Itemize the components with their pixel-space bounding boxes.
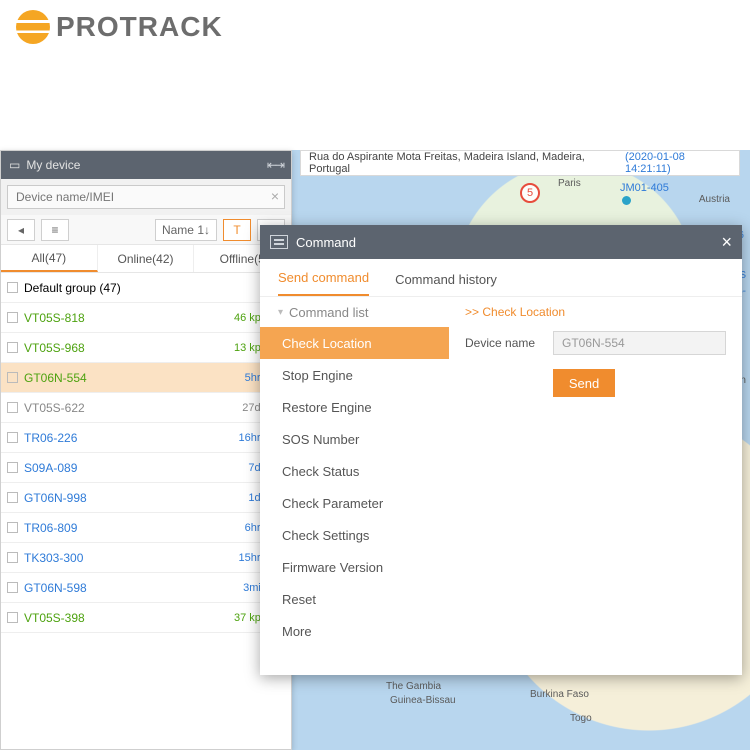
map-label-austria: Austria xyxy=(699,194,730,205)
command-item[interactable]: SOS Number xyxy=(260,423,449,455)
tab-online[interactable]: Online(42) xyxy=(98,245,195,272)
group-checkbox[interactable] xyxy=(7,282,18,293)
device-row[interactable]: TR06-22616hr+ xyxy=(1,423,291,453)
logo-mark-icon xyxy=(16,10,50,44)
device-checkbox[interactable] xyxy=(7,552,18,563)
device-search: × xyxy=(1,179,291,215)
device-panel-header: ▭ My device ⇤⇥ xyxy=(1,151,291,179)
map-cluster-count: 5 xyxy=(527,187,533,199)
device-name: VT05S-818 xyxy=(24,311,228,325)
command-item[interactable]: Check Parameter xyxy=(260,487,449,519)
send-button[interactable]: Send xyxy=(553,369,615,397)
device-name: TR06-809 xyxy=(24,521,239,535)
device-panel: ▭ My device ⇤⇥ × ◂ ≡ Name 1↓ T ⟳ All(47)… xyxy=(0,150,292,750)
device-name: GT06N-598 xyxy=(24,581,237,595)
command-item[interactable]: Restore Engine xyxy=(260,391,449,423)
device-checkbox[interactable] xyxy=(7,372,18,383)
command-modal-title: Command xyxy=(296,235,356,250)
map-label-gambia: The Gambia xyxy=(386,681,441,692)
device-name: VT05S-968 xyxy=(24,341,228,355)
back-button[interactable]: ◂ xyxy=(7,219,35,241)
device-row[interactable]: GT06N-5983min xyxy=(1,573,291,603)
device-name: S09A-089 xyxy=(24,461,242,475)
device-checkbox[interactable] xyxy=(7,312,18,323)
device-checkbox[interactable] xyxy=(7,402,18,413)
device-checkbox[interactable] xyxy=(7,582,18,593)
chevron-down-icon: ▾ xyxy=(278,307,283,318)
device-checkbox[interactable] xyxy=(7,492,18,503)
map-address-timestamp: (2020-01-08 14:21:11) xyxy=(625,151,731,175)
map-marker-label-1[interactable]: JM01-405 xyxy=(620,182,669,194)
device-row[interactable]: VT05S-96813 kph xyxy=(1,333,291,363)
device-checkbox[interactable] xyxy=(7,522,18,533)
command-list-header[interactable]: ▾ Command list xyxy=(260,297,449,327)
command-item[interactable]: Check Settings xyxy=(260,519,449,551)
tab-command-history[interactable]: Command history xyxy=(395,272,497,296)
command-item[interactable]: Check Location xyxy=(260,327,449,359)
app-logo: PROTRACK xyxy=(16,10,223,44)
map-cluster-bubble[interactable]: 5 xyxy=(520,183,540,203)
device-status-tabs: All(47) Online(42) Offline(5 xyxy=(1,245,291,273)
command-form: >> Check Location Device name Send xyxy=(449,297,742,647)
map-label-guinea: Guinea-Bissau xyxy=(390,695,456,706)
device-row[interactable]: GT06N-5545hr+ xyxy=(1,363,291,393)
device-panel-title: My device xyxy=(26,158,80,172)
command-modal-header: Command × xyxy=(260,225,742,259)
device-checkbox[interactable] xyxy=(7,342,18,353)
device-name: VT05S-622 xyxy=(24,401,236,415)
command-item[interactable]: More xyxy=(260,615,449,647)
map-label-paris: Paris xyxy=(558,178,581,189)
tab-all[interactable]: All(47) xyxy=(1,245,98,272)
device-name: GT06N-998 xyxy=(24,491,242,505)
device-name: VT05S-398 xyxy=(24,611,228,625)
t-button[interactable]: T xyxy=(223,219,251,241)
device-row[interactable]: GT06N-9981d+ xyxy=(1,483,291,513)
laptop-icon: ▭ xyxy=(9,158,20,172)
command-list: ▾ Command list Check LocationStop Engine… xyxy=(260,297,449,647)
list-view-button[interactable]: ≡ xyxy=(41,219,69,241)
command-breadcrumb: >> Check Location xyxy=(465,297,726,327)
device-name-input[interactable] xyxy=(553,331,726,355)
map-label-togo: Togo xyxy=(570,713,592,724)
device-checkbox[interactable] xyxy=(7,432,18,443)
device-toolbar: ◂ ≡ Name 1↓ T ⟳ xyxy=(1,215,291,245)
device-name: TK303-300 xyxy=(24,551,233,565)
command-list-header-label: Command list xyxy=(289,305,368,320)
command-icon xyxy=(270,235,288,249)
device-row[interactable]: TK303-30015hr+ xyxy=(1,543,291,573)
device-group-label: Default group (47) xyxy=(24,281,285,295)
command-tabs: Send command Command history xyxy=(260,259,742,297)
map-marker-icon[interactable] xyxy=(622,196,631,205)
device-row[interactable]: VT05S-62227d+ xyxy=(1,393,291,423)
command-modal: Command × Send command Command history ▾… xyxy=(260,225,742,675)
logo-text: PROTRACK xyxy=(56,11,223,43)
command-item[interactable]: Firmware Version xyxy=(260,551,449,583)
sort-button[interactable]: Name 1↓ xyxy=(155,219,217,241)
device-row[interactable]: VT05S-81846 kph xyxy=(1,303,291,333)
map-address-text: Rua do Aspirante Mota Freitas, Madeira I… xyxy=(309,151,621,175)
device-name: GT06N-554 xyxy=(24,371,239,385)
close-icon[interactable]: × xyxy=(721,232,732,253)
collapse-icon[interactable]: ⇤⇥ xyxy=(267,158,283,172)
map-label-burkina: Burkina Faso xyxy=(530,689,589,700)
command-item[interactable]: Reset xyxy=(260,583,449,615)
device-name-label: Device name xyxy=(465,336,543,350)
device-group-row[interactable]: Default group (47) xyxy=(1,273,291,303)
device-row[interactable]: VT05S-39837 kph xyxy=(1,603,291,633)
device-row[interactable]: TR06-8096hr+ xyxy=(1,513,291,543)
device-search-input[interactable] xyxy=(7,185,285,209)
device-checkbox[interactable] xyxy=(7,612,18,623)
command-item[interactable]: Stop Engine xyxy=(260,359,449,391)
map-address-bar: Rua do Aspirante Mota Freitas, Madeira I… xyxy=(300,150,740,176)
clear-search-icon[interactable]: × xyxy=(271,188,279,204)
tab-send-command[interactable]: Send command xyxy=(278,270,369,296)
device-row[interactable]: S09A-0897d+ xyxy=(1,453,291,483)
device-name: TR06-226 xyxy=(24,431,233,445)
command-item[interactable]: Check Status xyxy=(260,455,449,487)
device-checkbox[interactable] xyxy=(7,462,18,473)
